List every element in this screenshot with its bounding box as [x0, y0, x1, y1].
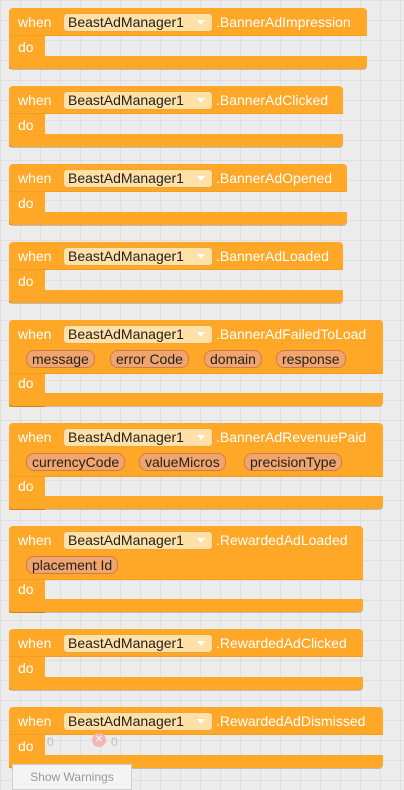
component-name: BeastAdManager1: [68, 92, 184, 108]
block-footer: [9, 496, 383, 509]
when-label: when: [18, 92, 52, 108]
do-label: do: [18, 738, 34, 754]
component-dropdown[interactable]: BeastAdManager1: [63, 634, 213, 653]
when-label: when: [18, 248, 52, 264]
block-footer: [9, 599, 363, 612]
do-label: do: [18, 581, 34, 597]
event-name: .BannerAdImpression: [216, 14, 351, 30]
component-name: BeastAdManager1: [68, 635, 184, 651]
event-name: .RewardedAdClicked: [216, 635, 347, 651]
when-label: when: [18, 429, 52, 445]
event-block-banner-ad-revenue-paid[interactable]: when BeastAdManager1 .BannerAdRevenuePai…: [9, 423, 383, 510]
component-name: BeastAdManager1: [68, 713, 184, 729]
component-name: BeastAdManager1: [68, 14, 184, 30]
do-label: do: [18, 39, 34, 55]
param-placement-id[interactable]: placement Id: [26, 556, 119, 574]
event-name: .RewardedAdLoaded: [216, 532, 348, 548]
event-block-banner-ad-clicked[interactable]: when BeastAdManager1 .BannerAdClicked do: [9, 86, 343, 147]
event-block-banner-ad-failed-to-load[interactable]: when BeastAdManager1 .BannerAdFailedToLo…: [9, 320, 383, 407]
when-label: when: [18, 14, 52, 30]
event-name: .BannerAdOpened: [216, 170, 332, 186]
event-block-banner-ad-opened[interactable]: when BeastAdManager1 .BannerAdOpened do: [9, 164, 347, 225]
block-footer: [9, 134, 343, 147]
event-block-banner-ad-loaded[interactable]: when BeastAdManager1 .BannerAdLoaded do: [9, 242, 343, 303]
event-block-rewarded-ad-clicked[interactable]: when BeastAdManager1 .RewardedAdClicked …: [9, 629, 363, 690]
do-label: do: [18, 117, 34, 133]
chevron-down-icon: [197, 20, 205, 25]
do-label: do: [18, 660, 34, 676]
chevron-down-icon: [197, 719, 205, 724]
do-label: do: [18, 375, 34, 391]
block-footer: [9, 56, 367, 69]
when-label: when: [18, 326, 52, 342]
event-name: .BannerAdLoaded: [216, 248, 329, 264]
when-label: when: [18, 635, 52, 651]
event-name: .BannerAdFailedToLoad: [216, 326, 367, 342]
param-currency-code[interactable]: currencyCode: [26, 453, 126, 471]
component-dropdown[interactable]: BeastAdManager1: [63, 428, 213, 447]
param-precision-type[interactable]: precisionType: [244, 453, 343, 471]
event-block-rewarded-ad-dismissed[interactable]: when BeastAdManager1 .RewardedAdDismisse…: [9, 707, 383, 768]
component-dropdown[interactable]: BeastAdManager1: [63, 91, 213, 110]
show-warnings-button[interactable]: Show Warnings: [12, 764, 132, 790]
component-name: BeastAdManager1: [68, 248, 184, 264]
chevron-down-icon: [197, 254, 205, 259]
chevron-down-icon: [197, 641, 205, 646]
param-message[interactable]: message: [26, 350, 95, 368]
component-dropdown[interactable]: BeastAdManager1: [63, 13, 213, 32]
when-label: when: [18, 170, 52, 186]
event-block-banner-ad-impression[interactable]: when BeastAdManager1 .BannerAdImpression…: [9, 8, 367, 69]
event-name: .BannerAdClicked: [216, 92, 329, 108]
chevron-down-icon: [197, 435, 205, 440]
component-name: BeastAdManager1: [68, 170, 184, 186]
block-footer: [9, 290, 343, 303]
chevron-down-icon: [197, 332, 205, 337]
event-block-rewarded-ad-loaded[interactable]: when BeastAdManager1 .RewardedAdLoaded p…: [9, 526, 363, 613]
chevron-down-icon: [197, 538, 205, 543]
component-dropdown[interactable]: BeastAdManager1: [63, 325, 213, 344]
do-label: do: [18, 478, 34, 494]
chevron-down-icon: [197, 176, 205, 181]
block-footer: [9, 212, 347, 225]
do-label: do: [18, 195, 34, 211]
block-footer: [9, 393, 383, 406]
block-footer: [9, 677, 363, 690]
when-label: when: [18, 532, 52, 548]
component-dropdown[interactable]: BeastAdManager1: [63, 169, 213, 188]
error-icon: ✕: [92, 733, 106, 747]
warning-count: 0: [47, 735, 54, 749]
event-name: .BannerAdRevenuePaid: [216, 429, 367, 445]
event-name: .RewardedAdDismissed: [216, 713, 366, 729]
error-count: 0: [111, 735, 118, 749]
component-dropdown[interactable]: BeastAdManager1: [63, 712, 213, 731]
component-dropdown[interactable]: BeastAdManager1: [63, 531, 213, 550]
chevron-down-icon: [197, 98, 205, 103]
component-name: BeastAdManager1: [68, 429, 184, 445]
param-response[interactable]: response: [276, 350, 346, 368]
param-value-micros[interactable]: valueMicros: [139, 453, 226, 471]
component-dropdown[interactable]: BeastAdManager1: [63, 247, 213, 266]
when-label: when: [18, 713, 52, 729]
param-domain[interactable]: domain: [204, 350, 262, 368]
do-label: do: [18, 273, 34, 289]
component-name: BeastAdManager1: [68, 326, 184, 342]
component-name: BeastAdManager1: [68, 532, 184, 548]
param-error-code[interactable]: error Code: [110, 350, 189, 368]
